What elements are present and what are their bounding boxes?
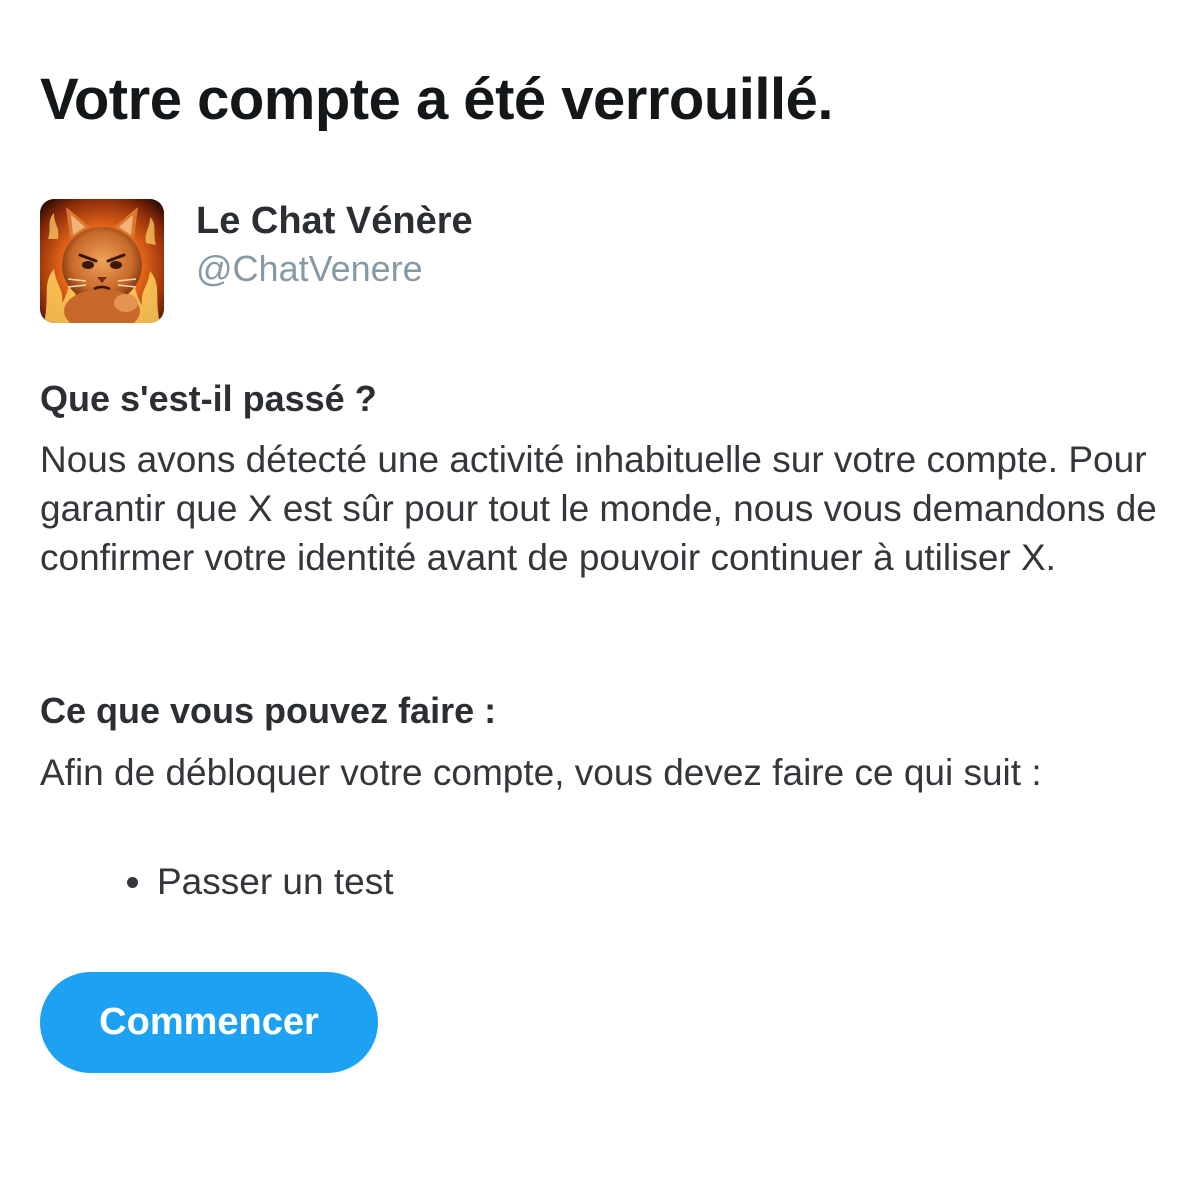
- what-you-can-do-heading: Ce que vous pouvez faire :: [40, 690, 497, 731]
- display-name: Le Chat Vénère: [196, 200, 473, 242]
- avatar: [40, 199, 164, 323]
- account-profile: Le Chat Vénère @ChatVenere: [40, 199, 473, 323]
- list-item: Passer un test: [127, 857, 394, 907]
- account-handle: @ChatVenere: [196, 248, 423, 289]
- profile-text: Le Chat Vénère @ChatVenere: [196, 199, 473, 291]
- steps-list: Passer un test: [127, 857, 394, 907]
- what-you-can-do-text: Afin de débloquer votre compte, vous dev…: [40, 752, 1042, 793]
- what-happened-heading: Que s'est-il passé ?: [40, 378, 377, 419]
- page-title: Votre compte a été verrouillé.: [40, 67, 833, 132]
- what-happened-text: Nous avons détecté une activité inhabitu…: [40, 439, 1157, 578]
- bullet-icon: [127, 876, 138, 888]
- step-label: Passer un test: [157, 861, 394, 902]
- angry-cat-flames-icon: [40, 199, 164, 323]
- start-button[interactable]: Commencer: [40, 972, 378, 1073]
